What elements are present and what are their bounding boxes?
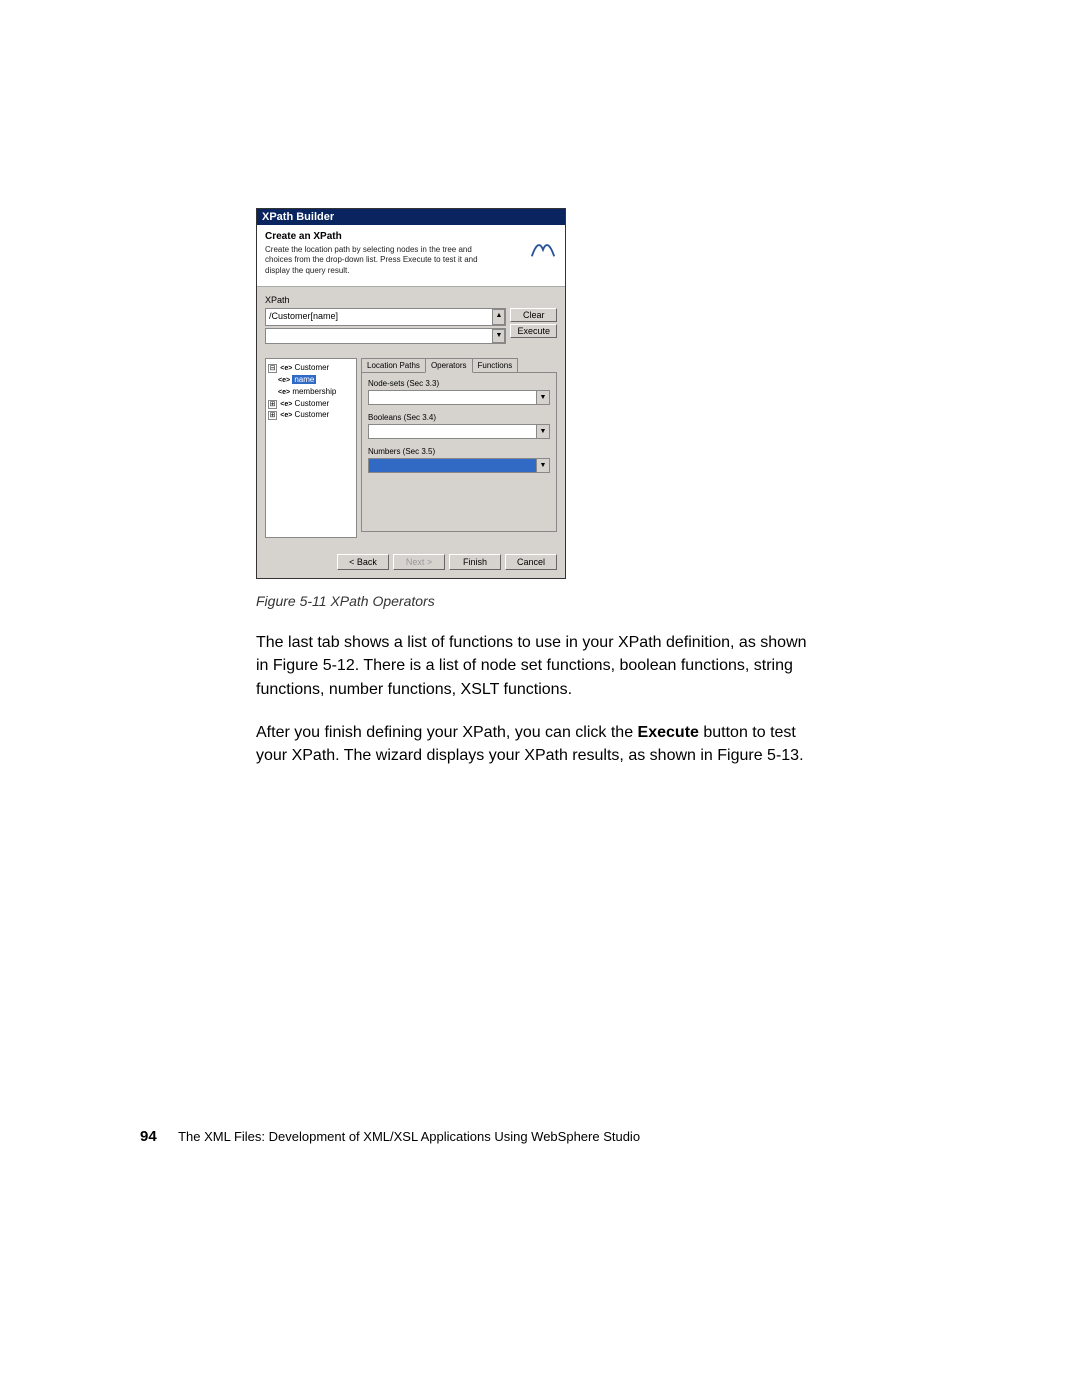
tree-node-selected[interactable]: <e> name	[268, 374, 354, 386]
chevron-down-icon[interactable]: ▼	[536, 459, 549, 472]
tab-body: Node-sets (Sec 3.3) ▼ Booleans (Sec 3.4)…	[361, 372, 557, 532]
xml-tree[interactable]: ⊟ <e> Customer <e> name <e> membership ⊞	[265, 358, 357, 538]
booleans-dropdown[interactable]: ▼	[368, 424, 550, 439]
numbers-label: Numbers (Sec 3.5)	[368, 447, 550, 456]
tree-node[interactable]: <e> membership	[268, 386, 354, 398]
tab-operators[interactable]: Operators	[425, 358, 473, 373]
xpath-builder-dialog: XPath Builder Create an XPath Create the…	[256, 208, 566, 579]
execute-button[interactable]: Execute	[510, 324, 557, 338]
paragraph-1: The last tab shows a list of functions t…	[256, 631, 816, 701]
page-footer: 94 The XML Files: Development of XML/XSL…	[140, 1128, 640, 1145]
execute-bold: Execute	[638, 724, 699, 741]
tree-node[interactable]: ⊟ <e> Customer	[268, 362, 354, 374]
paragraph-2: After you finish defining your XPath, yo…	[256, 721, 816, 767]
book-title: The XML Files: Development of XML/XSL Ap…	[178, 1129, 640, 1144]
scroll-up-icon[interactable]: ▲	[492, 309, 505, 325]
clear-button[interactable]: Clear	[510, 308, 557, 322]
xpath-input[interactable]: /Customer[name] ▲	[265, 308, 506, 326]
booleans-label: Booleans (Sec 3.4)	[368, 413, 550, 422]
xpath-value-text: /Customer[name]	[269, 311, 338, 321]
back-button[interactable]: < Back	[337, 554, 389, 570]
wizard-buttons: < Back Next > Finish Cancel	[257, 546, 565, 578]
tab-location-paths[interactable]: Location Paths	[361, 358, 426, 372]
dialog-titlebar: XPath Builder	[257, 209, 565, 225]
xpath-label: XPath	[265, 295, 557, 305]
cancel-button[interactable]: Cancel	[505, 554, 557, 570]
finish-button[interactable]: Finish	[449, 554, 501, 570]
tree-node[interactable]: ⊞ <e> Customer	[268, 409, 354, 421]
tree-node[interactable]: ⊞ <e> Customer	[268, 398, 354, 410]
tab-functions[interactable]: Functions	[472, 358, 519, 372]
figure-caption: Figure 5-11 XPath Operators	[256, 593, 816, 609]
nodesets-dropdown[interactable]: ▼	[368, 390, 550, 405]
numbers-dropdown[interactable]: ▼	[368, 458, 550, 473]
chevron-down-icon[interactable]: ▼	[536, 391, 549, 404]
collapse-icon[interactable]: ⊟	[268, 364, 277, 373]
header-description: Create the location path by selecting no…	[265, 245, 495, 276]
expand-icon[interactable]: ⊞	[268, 400, 277, 409]
expand-icon[interactable]: ⊞	[268, 411, 277, 420]
dialog-header: Create an XPath Create the location path…	[257, 225, 565, 287]
next-button: Next >	[393, 554, 445, 570]
chevron-down-icon[interactable]: ▼	[536, 425, 549, 438]
xpath-result-box[interactable]: ▼	[265, 328, 506, 344]
scroll-down-icon[interactable]: ▼	[492, 329, 505, 343]
page-number: 94	[140, 1128, 157, 1145]
header-title: Create an XPath	[265, 231, 557, 242]
wizard-icon	[529, 233, 557, 261]
nodesets-label: Node-sets (Sec 3.3)	[368, 379, 550, 388]
tabs-panel: Location Paths Operators Functions Node-…	[361, 358, 557, 538]
